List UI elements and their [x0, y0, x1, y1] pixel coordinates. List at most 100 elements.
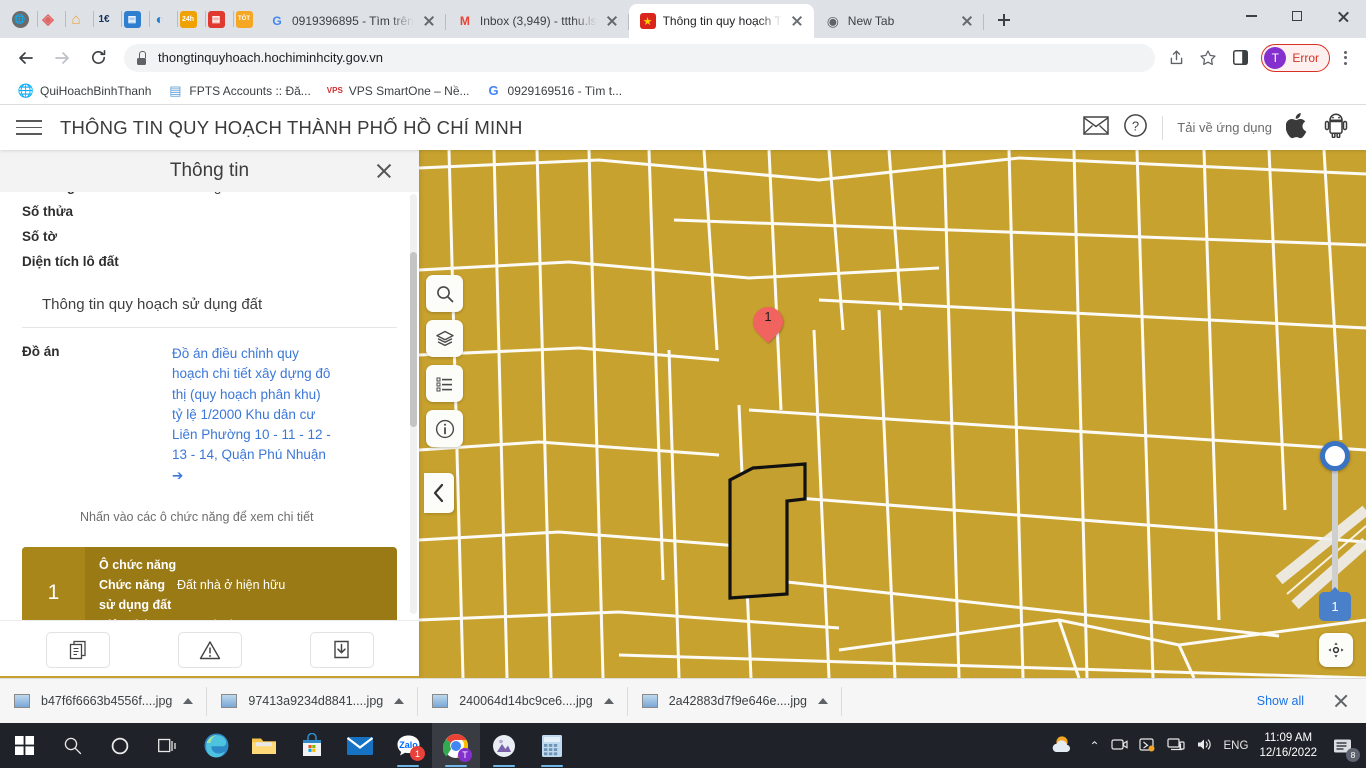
download-icon[interactable]	[309, 631, 374, 668]
image-thumbnail-icon	[432, 694, 449, 708]
chrome-menu-button[interactable]	[1332, 43, 1358, 73]
pinned-site-batdongsan[interactable]: ◈	[34, 2, 66, 36]
sidepanel-icon[interactable]	[1225, 43, 1255, 73]
close-icon[interactable]	[375, 162, 393, 180]
show-all-downloads-button[interactable]: Show all	[1243, 687, 1318, 715]
pinned-site-tot[interactable]: TỐT	[230, 2, 258, 36]
zalo-app[interactable]: Zalo 1	[384, 723, 432, 768]
zoom-slider[interactable]	[1320, 441, 1350, 603]
tab-new-tab[interactable]: ◉ New Tab	[814, 4, 984, 38]
mail-icon[interactable]	[1083, 115, 1110, 140]
weather-icon[interactable]	[1050, 733, 1078, 758]
bookmark-quihoachbinhthanh[interactable]: 🌐 QuiHoachBinhThanh	[10, 80, 159, 102]
close-downloads-bar-icon[interactable]	[1332, 692, 1350, 710]
copy-document-icon[interactable]	[45, 631, 110, 668]
map-canvas[interactable]: 1	[419, 150, 1366, 678]
plan-link[interactable]: Đồ án điều chỉnh quy hoạch chi tiết xây …	[172, 344, 334, 486]
reload-icon[interactable]	[83, 43, 113, 73]
apple-icon[interactable]	[1285, 112, 1310, 144]
legend-icon[interactable]	[426, 365, 463, 402]
mail-app[interactable]	[336, 723, 384, 768]
zone-usage-value: Đất nhà ở hiện hữu	[177, 578, 286, 593]
system-tray: ⌃ ENG 11:09 AM 12/16/2022 8	[1050, 731, 1366, 762]
bookmark-fpts-accounts[interactable]: ▤ FPTS Accounts :: Đă...	[159, 80, 318, 102]
calculator-app[interactable]	[528, 723, 576, 768]
pinned-site-drop[interactable]: ◐	[146, 2, 178, 36]
onedrive-icon[interactable]	[1138, 737, 1156, 755]
network-icon[interactable]	[1166, 737, 1185, 755]
android-icon[interactable]	[1324, 112, 1348, 143]
download-item[interactable]: 240064d14bc9ce6....jpg	[418, 679, 629, 724]
pinned-site-globe[interactable]: 🌐	[6, 2, 38, 36]
windows-taskbar: Zalo 1 T ⌃ ENG 11:09 AM 12/16/2022 8	[0, 723, 1366, 768]
bookmark-vps-smartone[interactable]: VPS VPS SmartOne – Nề...	[319, 80, 478, 102]
tab-0919396895[interactable]: G 0919396895 - Tìm trên	[258, 4, 446, 38]
locate-me-button[interactable]	[1319, 633, 1353, 667]
file-explorer-app[interactable]	[240, 723, 288, 768]
warning-icon[interactable]	[177, 631, 242, 668]
zoom-slider-handle[interactable]	[1320, 441, 1350, 471]
field-so-thua: Số thửa	[22, 199, 397, 224]
cortana-button[interactable]	[96, 723, 144, 768]
forward-icon[interactable]	[47, 43, 77, 73]
edge-app[interactable]	[192, 723, 240, 768]
download-item[interactable]: 2a42883d7f9e646e....jpg	[628, 679, 843, 724]
collapse-panel-button[interactable]	[424, 473, 454, 513]
pinned-site-red[interactable]: ▤	[202, 2, 234, 36]
help-icon[interactable]: ?	[1123, 113, 1148, 143]
panel-scrollbar[interactable]	[410, 194, 417, 614]
bookmark-star-icon[interactable]	[1193, 43, 1223, 73]
new-tab-button[interactable]	[990, 6, 1018, 34]
tray-chevron-up-icon[interactable]: ⌃	[1089, 739, 1099, 753]
web-page: 1 1 THÔNG TIN QUY HOẠCH THÀNH PHỐ HỒ CHÍ…	[0, 105, 1366, 678]
panel-hint: Nhấn vào các ô chức năng để xem chi tiết	[80, 510, 314, 525]
maximize-button[interactable]	[1274, 0, 1320, 32]
start-button[interactable]	[0, 723, 48, 768]
image-thumbnail-icon	[641, 694, 658, 708]
close-icon[interactable]	[604, 13, 620, 29]
pinned-site-24h[interactable]: 24h	[174, 2, 206, 36]
close-icon[interactable]	[421, 13, 437, 29]
profile-chip[interactable]: T Error	[1261, 43, 1330, 72]
tab-thong-tin-quy-hoach[interactable]: ★ Thông tin quy hoạch T	[628, 4, 814, 38]
address-bar[interactable]: thongtinquyhoach.hochiminhcity.gov.vn	[124, 43, 1156, 72]
chevron-up-icon[interactable]	[394, 698, 405, 704]
field-phuong-xa: Phường/xã Phường 11	[22, 192, 397, 199]
minimize-button[interactable]	[1228, 0, 1274, 32]
volume-icon[interactable]	[1196, 737, 1213, 755]
search-icon[interactable]	[426, 275, 463, 312]
tab-inbox[interactable]: M Inbox (3,949) - ttthu.ls	[446, 4, 629, 38]
download-filename: b47f6f6663b4556f....jpg	[41, 694, 173, 708]
app-header: THÔNG TIN QUY HOẠCH THÀNH PHỐ HỒ CHÍ MIN…	[0, 105, 1366, 150]
scrollbar-thumb[interactable]	[410, 252, 417, 427]
chevron-up-icon[interactable]	[183, 698, 194, 704]
search-button[interactable]	[48, 723, 96, 768]
chevron-up-icon[interactable]	[603, 698, 614, 704]
clock[interactable]: 11:09 AM 12/16/2022	[1259, 731, 1317, 761]
download-item[interactable]: 97413a9234d8841....jpg	[207, 679, 419, 724]
info-icon[interactable]	[426, 410, 463, 447]
share-icon[interactable]	[1161, 43, 1191, 73]
map-marker[interactable]: 1	[746, 300, 790, 349]
zone-usage-row: Chức năng sử dụng đất Đất nhà ở hiện hữu	[99, 575, 383, 615]
menu-icon[interactable]	[16, 119, 42, 136]
pinned-site-ic[interactable]: 1€	[90, 2, 122, 36]
download-item[interactable]: b47f6f6663b4556f....jpg	[0, 679, 208, 724]
close-icon[interactable]	[789, 13, 805, 29]
pinned-site-doc[interactable]: ▤	[118, 2, 150, 36]
bookmark-0929169516[interactable]: G 0929169516 - Tìm t...	[478, 80, 631, 102]
task-view-button[interactable]	[144, 723, 192, 768]
pinned-site-house[interactable]: ⌂	[62, 2, 94, 36]
back-icon[interactable]	[11, 43, 41, 73]
chevron-up-icon[interactable]	[818, 698, 829, 704]
language-indicator[interactable]: ENG	[1224, 740, 1249, 752]
window-close-button[interactable]	[1320, 0, 1366, 32]
action-center-button[interactable]: 8	[1328, 731, 1360, 762]
chrome-app[interactable]: T	[432, 723, 480, 768]
microsoft-store-app[interactable]	[288, 723, 336, 768]
photos-app[interactable]	[480, 723, 528, 768]
camera-icon[interactable]	[1110, 737, 1128, 755]
tab-title: Inbox (3,949) - ttthu.ls	[479, 14, 597, 28]
close-icon[interactable]	[959, 13, 975, 29]
layers-icon[interactable]	[426, 320, 463, 357]
